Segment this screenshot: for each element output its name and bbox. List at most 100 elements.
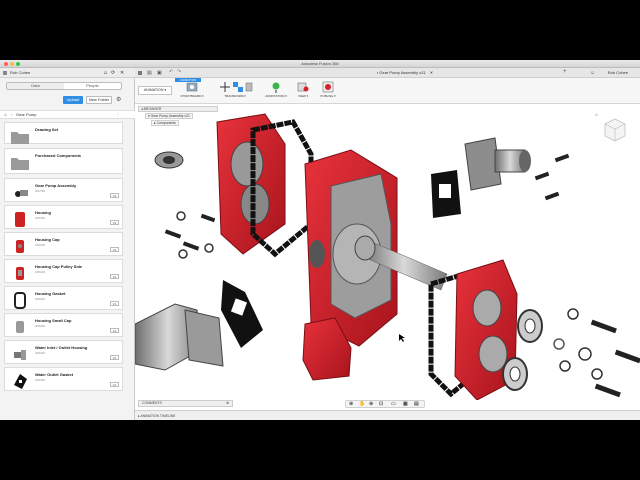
view-tool[interactable]: VIEW ▾ — [295, 81, 311, 98]
storyboard-tool[interactable]: STORYBOARD ▾ — [179, 81, 205, 98]
tool-label: PUBLISH ▾ — [320, 94, 336, 98]
item-name: Purchased Components — [35, 153, 82, 158]
small-cap-thumbnail — [16, 321, 24, 333]
tool-label: TRANSFORM ▾ — [224, 94, 246, 98]
workspace-switcher[interactable]: ANIMATION ▾ — [138, 86, 172, 95]
new-tab-icon[interactable]: + — [563, 69, 567, 75]
list-item-folder[interactable]: Drawing Set — [4, 122, 123, 144]
list-item-design[interactable]: Gear Pump Assembly 3/27/20 V3 — [4, 178, 123, 202]
transform-tool[interactable]: TRANSFORM ▾ — [219, 81, 253, 98]
document-tab-title: Gear Pump Assembly v21 — [379, 70, 426, 75]
home-view-icon[interactable]: ⌂ — [595, 112, 598, 118]
version-badge[interactable]: V2 — [110, 328, 119, 333]
item-date: 3/26/20 — [35, 270, 46, 274]
mouse-cursor — [399, 334, 405, 342]
home-icon[interactable]: ⌂ — [4, 111, 7, 119]
display-settings-icon[interactable]: ▭ — [391, 401, 396, 407]
list-item-design[interactable]: Housing 3/26/20 V3 — [4, 205, 123, 229]
user-icon[interactable]: ☺ — [103, 68, 108, 78]
tab-data[interactable]: Data — [7, 83, 64, 89]
zoom-icon[interactable]: ⊕ — [369, 401, 373, 407]
file-menu-icon[interactable]: ▤ — [147, 70, 152, 76]
pan-icon[interactable]: ✋ — [359, 401, 365, 407]
list-item-design[interactable]: Housing Gasket 3/26/20 V1 — [4, 286, 123, 310]
publish-tool[interactable]: PUBLISH ▾ — [317, 81, 339, 98]
collapse-icon[interactable]: ◂ — [141, 107, 143, 111]
item-date: 3/26/20 — [35, 324, 46, 328]
version-badge[interactable]: V3 — [110, 220, 119, 225]
version-badge[interactable]: V1 — [110, 301, 119, 306]
refresh-icon[interactable]: ⟳ — [111, 68, 115, 78]
user-avatar-icon[interactable]: ☺ — [590, 70, 595, 76]
list-item-design[interactable]: Housing Cap Pulley Side 3/26/20 V2 — [4, 259, 123, 283]
grid-settings-icon[interactable]: ▦ — [403, 401, 408, 407]
item-name: Housing Small Cap — [35, 318, 72, 323]
user-name[interactable]: Rob Cohee — [608, 68, 628, 78]
water-outlet-housing[interactable] — [464, 137, 531, 191]
breadcrumb-project[interactable]: Gear Pump — [16, 111, 36, 119]
assembly-thumbnail — [15, 190, 28, 197]
close-tab-icon[interactable]: ✕ — [430, 70, 433, 75]
screen: Autodesk Fusion 360 Rob Cohee ⟳ ✕ ☺ Data… — [0, 0, 640, 480]
tool-label: VIEW ▾ — [297, 94, 308, 98]
version-badge[interactable]: V1 — [110, 382, 119, 387]
browser-node-label: Gear Pump Assembly v21 — [150, 114, 190, 118]
document-tab[interactable]: ▪ Gear Pump Assembly v21 ✕ — [305, 68, 505, 78]
water-inlet-housing[interactable] — [135, 303, 224, 371]
3d-viewport[interactable] — [135, 104, 640, 400]
outlet-gasket-thumbnail — [14, 374, 27, 389]
publish-icon — [322, 81, 334, 93]
version-badge[interactable]: V2 — [110, 247, 119, 252]
version-badge[interactable]: V3 — [110, 193, 119, 198]
inlet-housing-thumbnail — [14, 350, 26, 360]
redo-icon[interactable]: ↷ — [177, 69, 181, 75]
grid-icon[interactable] — [138, 71, 142, 75]
list-item-design[interactable]: Housing Cap 3/26/20 V2 — [4, 232, 123, 256]
list-item-design[interactable]: Water Inlet / Outlet Housing 3/26/20 V2 — [4, 340, 123, 364]
item-name: Water Outlet Gasket — [35, 372, 74, 377]
list-item-design[interactable]: Housing Small Cap 3/26/20 V2 — [4, 313, 123, 337]
comments-panel[interactable]: COMMENTS ⊕ — [138, 400, 233, 407]
annotation-icon — [272, 82, 280, 93]
fit-icon[interactable]: ⊡ — [379, 401, 383, 407]
expand-icon[interactable]: ▾ — [148, 114, 150, 118]
item-date: 3/26/20 — [35, 351, 46, 355]
data-panel-tabs: Data People — [6, 82, 122, 90]
window-title: Autodesk Fusion 360 — [301, 61, 339, 66]
new-folder-button[interactable]: New Folder — [86, 96, 112, 104]
list-item-design[interactable]: Water Outlet Gasket 3/26/20 V1 — [4, 367, 123, 391]
orbit-icon[interactable]: ⊛ — [349, 401, 353, 407]
grid-icon[interactable] — [3, 71, 7, 75]
pulley-cap-thumbnail — [16, 267, 24, 280]
data-panel-user[interactable]: Rob Cohee — [10, 68, 30, 78]
tool-label: STORYBOARD ▾ — [180, 94, 204, 98]
version-badge[interactable]: V2 — [110, 355, 119, 360]
transform-icons — [220, 82, 253, 92]
animation-timeline[interactable]: ▸ ANIMATION TIMELINE — [135, 410, 640, 420]
browser-root-node[interactable]: ▾ Gear Pump Assembly v21 — [145, 113, 193, 119]
list-item-folder[interactable]: Purchased Components — [4, 148, 123, 174]
version-badge[interactable]: V2 — [110, 274, 119, 279]
item-name: Housing Cap Pulley Side — [35, 264, 83, 269]
annotation-tool[interactable]: ANNOTATION ▾ — [261, 81, 291, 98]
viewport-settings-icon[interactable]: ▤ — [414, 401, 419, 407]
add-comment-icon[interactable]: ⊕ — [226, 401, 229, 406]
breadcrumb-info-icon[interactable]: ⋮ — [116, 111, 120, 119]
browser-components-node[interactable]: ▸ Components — [151, 120, 179, 126]
upload-button[interactable]: Upload — [63, 96, 83, 104]
settings-icon[interactable]: ⚙ — [116, 96, 121, 103]
undo-icon[interactable]: ↶ — [169, 69, 173, 75]
browser-panel-header[interactable]: ◂ BROWSER — [138, 106, 218, 112]
breadcrumb: ⌂ › Gear Pump ⋮ — [0, 110, 135, 119]
expand-icon[interactable]: ▸ — [154, 121, 156, 125]
timeline-label: ANIMATION TIMELINE — [140, 414, 176, 418]
design-area: ▤ ▣ ↶ ↷ ▪ Gear Pump Assembly v21 ✕ + ☺ R… — [135, 68, 640, 420]
tab-people[interactable]: People — [64, 83, 121, 89]
save-icon[interactable]: ▣ — [157, 70, 162, 76]
comments-label: COMMENTS — [142, 401, 162, 405]
close-panel-icon[interactable]: ✕ — [120, 68, 124, 78]
item-name: Housing — [35, 210, 51, 215]
bushing[interactable] — [154, 151, 184, 169]
tool-label: ANNOTATION ▾ — [265, 94, 287, 98]
view-cube[interactable] — [601, 116, 627, 142]
